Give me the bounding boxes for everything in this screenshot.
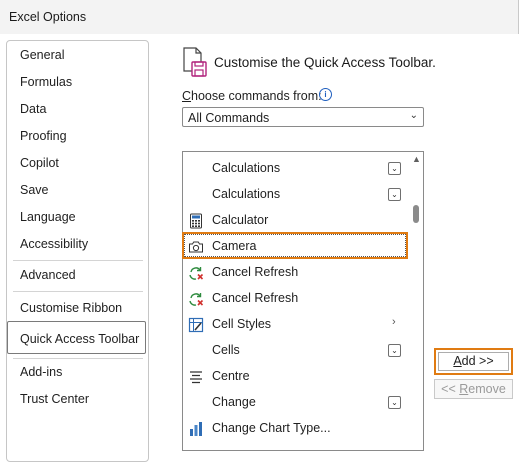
list-item-label: Change Chart Type... [212, 421, 331, 435]
chevron-right-icon: › [392, 316, 396, 328]
list-item[interactable]: Cell Styles › [183, 312, 409, 338]
commands-list[interactable]: Calculations ⌄ Calculations ⌄ Calculator… [182, 151, 424, 451]
choose-commands-accelerator: C [182, 89, 192, 103]
window-title: Excel Options [9, 10, 87, 24]
list-item[interactable]: Cancel Refresh [183, 260, 409, 286]
chevron-down-icon: ⌄ [409, 110, 418, 121]
info-icon[interactable]: i [319, 88, 332, 101]
list-item-label: Calculator [212, 213, 269, 227]
options-nav: General Formulas Data Proofing Copilot S… [6, 40, 149, 462]
nav-item-accessibility[interactable]: Accessibility [20, 237, 88, 251]
nav-item-customise-ribbon[interactable]: Customise Ribbon [20, 301, 122, 315]
list-item[interactable]: Calculations ⌄ [183, 156, 409, 182]
list-item-label: Camera [212, 239, 257, 253]
list-item-label: Cell Styles [212, 317, 272, 331]
list-item[interactable]: Cells ⌄ [183, 338, 409, 364]
cell-styles-icon [188, 317, 204, 333]
align-centre-icon [190, 371, 202, 384]
list-scrollbar[interactable]: ▲ [409, 152, 423, 450]
list-item-label: Change [212, 395, 256, 409]
list-item-label: Cancel Refresh [212, 291, 299, 305]
cancel-refresh-icon [189, 293, 204, 306]
nav-item-general[interactable]: General [20, 48, 64, 62]
dropdown-indicator-icon: ⌄ [388, 344, 401, 357]
add-accelerator: A [453, 354, 462, 368]
quick-access-toolbar-icon [183, 47, 207, 77]
scroll-thumb[interactable] [413, 205, 419, 223]
nav-item-save[interactable]: Save [20, 183, 49, 197]
add-button[interactable]: Add >> [438, 352, 509, 371]
list-item-label: Centre [212, 369, 250, 383]
list-item-label: Calculations [212, 187, 281, 201]
list-item-label: Cells [212, 343, 240, 357]
nav-item-advanced[interactable]: Advanced [20, 268, 76, 282]
dropdown-indicator-icon: ⌄ [388, 188, 401, 201]
nav-item-trust-center[interactable]: Trust Center [20, 392, 89, 406]
nav-item-add-ins[interactable]: Add-ins [20, 365, 62, 379]
scroll-up-icon[interactable]: ▲ [412, 154, 421, 164]
choose-commands-select[interactable]: All Commands ⌄ [182, 107, 424, 127]
nav-item-language[interactable]: Language [20, 210, 76, 224]
add-button-label: dd >> [461, 354, 494, 368]
choose-commands-value: All Commands [188, 111, 270, 125]
remove-button-prefix: << [441, 382, 460, 396]
list-item[interactable]: Calculator [183, 208, 409, 234]
list-item[interactable]: Change Chart Type... [183, 416, 409, 442]
chart-type-icon [190, 422, 202, 436]
nav-item-formulas[interactable]: Formulas [20, 75, 72, 89]
list-item[interactable]: Calculations ⌄ [183, 182, 409, 208]
list-item[interactable]: Centre [183, 364, 409, 390]
dropdown-indicator-icon: ⌄ [388, 162, 401, 175]
nav-item-copilot[interactable]: Copilot [20, 156, 59, 170]
page-heading: Customise the Quick Access Toolbar. [214, 55, 436, 70]
list-item-label: Cancel Refresh [212, 265, 299, 279]
remove-accelerator: R [459, 382, 469, 396]
nav-separator [13, 260, 143, 261]
nav-separator [13, 291, 143, 292]
choose-commands-label: Choose commands from: [182, 89, 322, 103]
list-item[interactable]: Change ⌄ [183, 390, 409, 416]
dropdown-indicator-icon: ⌄ [388, 396, 401, 409]
nav-item-quick-access-toolbar[interactable]: Quick Access Toolbar [20, 332, 139, 346]
calculator-icon [190, 213, 202, 229]
remove-button-label: emove [468, 382, 506, 396]
nav-item-proofing[interactable]: Proofing [20, 129, 67, 143]
choose-commands-label-text: hoose commands from: [191, 89, 322, 103]
list-item[interactable]: Cancel Refresh [183, 286, 409, 312]
nav-item-data[interactable]: Data [20, 102, 46, 116]
nav-separator [13, 358, 143, 359]
list-item-selected[interactable]: Camera [183, 234, 409, 260]
cancel-refresh-icon [189, 267, 204, 280]
title-bar: Excel Options [0, 0, 519, 34]
add-button-highlight: Add >> [434, 348, 513, 375]
remove-button[interactable]: << Remove [434, 379, 513, 399]
list-item-label: Calculations [212, 161, 281, 175]
camera-icon [189, 241, 203, 253]
